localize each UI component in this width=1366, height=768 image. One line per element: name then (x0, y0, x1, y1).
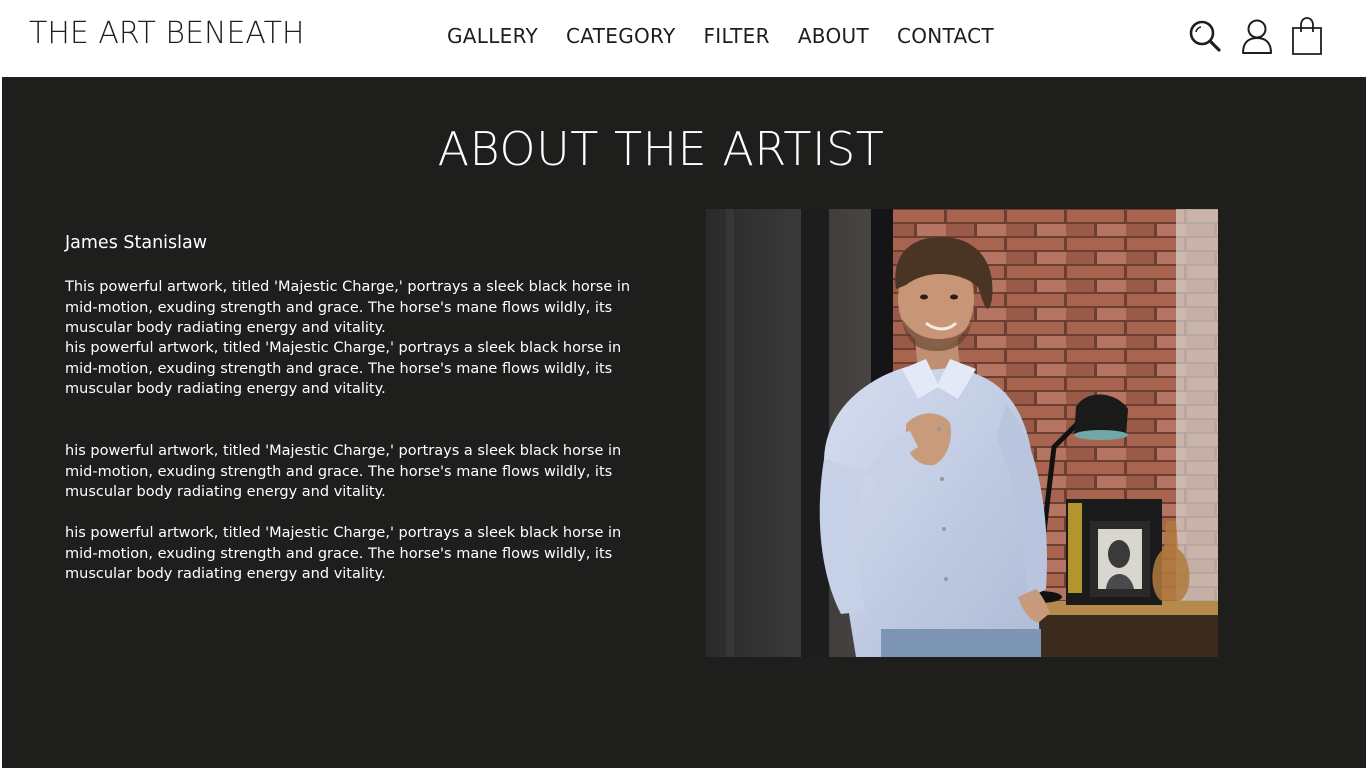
top-navigation-bar: THE ART BENEATH GALLERY CATEGORY FILTER … (0, 0, 1366, 77)
user-icon[interactable] (1239, 16, 1275, 56)
bio-paragraph: his powerful artwork, titled 'Majestic C… (65, 443, 622, 500)
nav-item-category[interactable]: CATEGORY (566, 24, 675, 48)
page-title: ABOUT THE ARTIST (437, 121, 885, 176)
search-icon[interactable] (1187, 16, 1223, 56)
brand-logo[interactable]: THE ART BENEATH (29, 16, 305, 51)
nav-item-filter[interactable]: FILTER (703, 24, 769, 48)
shopping-bag-icon[interactable] (1289, 16, 1325, 56)
nav-item-gallery[interactable]: GALLERY (447, 24, 538, 48)
nav-item-about[interactable]: ABOUT (798, 24, 869, 48)
about-section: ABOUT THE ARTIST James Stanislaw This po… (2, 77, 1366, 768)
bio-paragraph: his powerful artwork, titled 'Majestic C… (65, 340, 622, 397)
main-nav: GALLERY CATEGORY FILTER ABOUT CONTACT (447, 24, 994, 48)
bio-paragraph: This powerful artwork, titled 'Majestic … (65, 279, 631, 336)
artist-name: James Stanislaw (65, 233, 208, 253)
bio-paragraph: his powerful artwork, titled 'Majestic C… (65, 525, 622, 582)
artist-portrait-photo (706, 209, 1218, 657)
nav-item-contact[interactable]: CONTACT (897, 24, 994, 48)
